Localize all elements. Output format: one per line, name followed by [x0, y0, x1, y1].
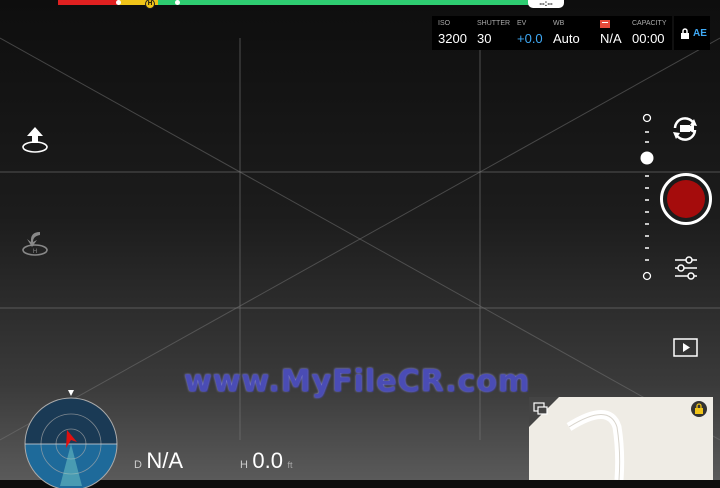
takeoff-icon: [22, 127, 48, 153]
battery-level-bar: H: [58, 0, 562, 9]
lock-icon: [681, 28, 689, 39]
iso-label: ISO: [438, 20, 451, 27]
camera-settings-button[interactable]: [672, 254, 700, 282]
storage-panel[interactable]: N/A CAPACITY 00:00: [596, 16, 672, 50]
camera-mode-switch-button[interactable]: [670, 114, 700, 144]
distance-readout: D N/A: [134, 448, 183, 474]
distance-label: D: [134, 459, 142, 471]
record-button[interactable]: [660, 173, 712, 225]
return-home-button[interactable]: H: [20, 228, 50, 258]
distance-value: N/A: [146, 448, 184, 473]
camera-mode-switch-icon: [673, 117, 697, 141]
shutter-label: SHUTTER: [477, 20, 511, 27]
playback-icon: [673, 338, 698, 357]
height-unit: ft: [287, 460, 293, 470]
ae-label: AE: [693, 28, 707, 39]
lock-icon: [695, 403, 703, 414]
svg-text:H: H: [33, 249, 37, 255]
watermark-text: www.MyFileCR.com: [184, 364, 531, 399]
record-icon: [667, 180, 705, 218]
map-road-lines: [529, 397, 625, 480]
shutter-value: 30: [477, 31, 492, 46]
battery-marker-dot: [175, 0, 180, 5]
map-lock-button[interactable]: [691, 401, 707, 417]
mini-map[interactable]: [529, 397, 713, 480]
wb-value: Auto: [553, 31, 580, 46]
ae-lock-button[interactable]: AE: [674, 16, 710, 50]
ev-value: +0.0: [517, 31, 543, 46]
takeoff-button[interactable]: [20, 125, 50, 155]
height-label: H: [240, 459, 248, 471]
sd-card-icon: [600, 20, 610, 28]
battery-marker-dot: [116, 0, 121, 5]
return-home-icon: H: [22, 232, 48, 256]
height-value: 0.0: [252, 448, 283, 473]
wb-label: WB: [553, 20, 565, 27]
settings-sliders-icon: [675, 256, 697, 280]
attitude-radar[interactable]: [22, 390, 120, 488]
zoom-slider[interactable]: [640, 110, 654, 282]
capacity-label: CAPACITY: [632, 20, 667, 27]
zoom-slider-thumb[interactable]: [640, 151, 654, 165]
playback-button[interactable]: [672, 336, 700, 360]
height-readout: H 0.0 ft: [240, 448, 292, 474]
capacity-value: 00:00: [632, 31, 665, 46]
iso-value: 3200: [438, 31, 467, 46]
ev-label: EV: [517, 20, 527, 27]
format-value: N/A: [600, 31, 622, 46]
flight-time-remaining: --:--: [528, 0, 564, 8]
